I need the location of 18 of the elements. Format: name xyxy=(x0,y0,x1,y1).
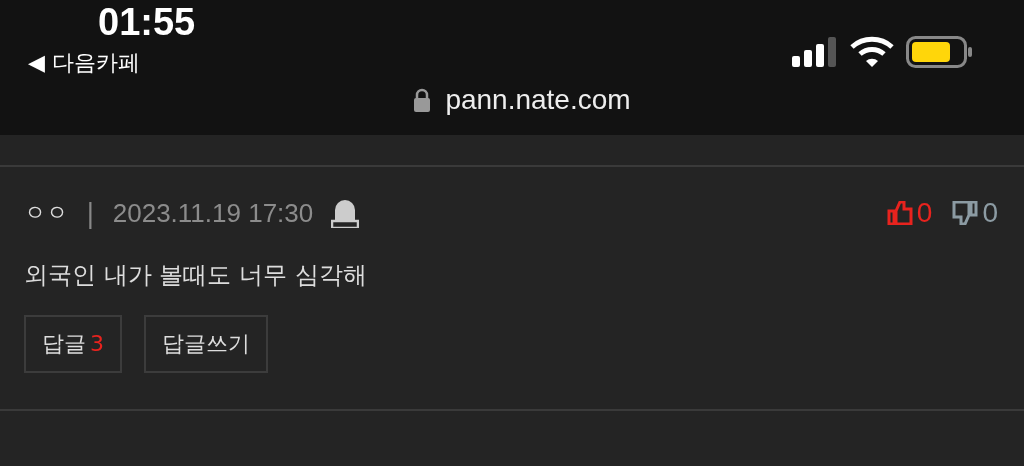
address-text[interactable]: pann.nate.com xyxy=(445,84,631,116)
clock-time: 01:55 xyxy=(98,0,196,44)
write-reply-button[interactable]: 답글쓰기 xyxy=(144,315,268,373)
separator: | xyxy=(86,198,95,228)
thumbs-up-icon[interactable] xyxy=(886,201,913,225)
lock-icon xyxy=(413,88,432,112)
author-name: ㅇㅇ xyxy=(24,199,68,227)
dislike-count: 0 xyxy=(982,197,998,229)
siren-icon[interactable] xyxy=(331,198,360,228)
signal-icon xyxy=(792,37,838,67)
battery-icon xyxy=(906,36,974,68)
like-count: 0 xyxy=(916,197,933,229)
comment-text: 외국인 내가 볼때도 너무 심각해 xyxy=(24,260,368,291)
replies-button[interactable]: 답글 3 xyxy=(24,315,122,373)
back-link[interactable]: ◀ 다음카페 xyxy=(28,48,196,78)
thumbs-down-icon[interactable] xyxy=(952,201,979,225)
comment-date: 2023.11.19 17:30 xyxy=(112,197,314,229)
wifi-icon xyxy=(850,36,894,68)
